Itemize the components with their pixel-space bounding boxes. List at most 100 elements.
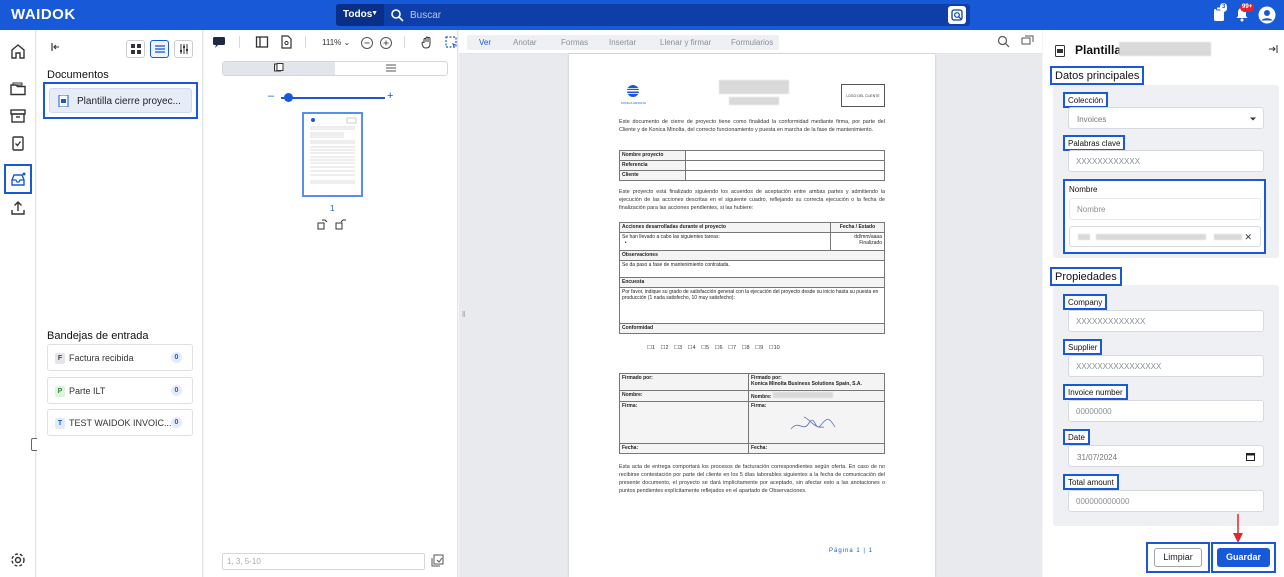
page-icon[interactable] [279,35,293,49]
thumbnail-view-button[interactable] [223,62,335,75]
save-button[interactable]: Guardar [1217,548,1270,567]
document-item[interactable]: Plantilla cierre proyec... [49,88,192,113]
tab-formas[interactable]: Formas [561,38,588,47]
coleccion-select[interactable]: Invoices [1068,107,1264,129]
brand-label: KONICA MINOLTA [621,101,647,105]
palabras-clave-label: Palabras clave [1063,135,1126,151]
tab-ver[interactable]: Ver [479,38,491,47]
clear-button-highlight: Limpiar [1146,542,1210,573]
calendar-icon[interactable] [1246,452,1255,461]
actions-cell: Se han llevado a cabo las siguientes tar… [619,232,831,251]
settings-gear-icon[interactable] [9,551,27,569]
nombre-chip[interactable]: ✕ [1069,226,1261,247]
intro-paragraph: Este documento de cierre de proyecto tie… [619,119,885,133]
page-range-input[interactable] [222,553,425,570]
user-avatar-button[interactable] [1258,6,1276,24]
name-label-right: Nombre: [751,394,772,400]
tasks-button[interactable]: 3 [1212,3,1230,24]
signature-label-left: Firma: [619,401,749,444]
tab-llenar-firmar[interactable]: Llenar y firmar [660,38,711,47]
remove-chip-icon[interactable]: ✕ [1244,232,1252,243]
zoom-out-icon[interactable] [360,36,374,50]
rotate-left-icon[interactable] [317,219,328,230]
nombre-input[interactable] [1069,198,1261,220]
search-scope-dropdown[interactable]: Todos ▼ [336,4,384,26]
supplier-input[interactable] [1068,355,1264,377]
list-icon [386,64,396,72]
extract-pages-icon[interactable] [431,554,444,567]
tab-insertar[interactable]: Insertar [609,38,636,47]
document-item-highlight: Plantilla cierre proyec... [43,82,198,119]
notifications-badge: 99+ [1240,3,1255,12]
grid-view-button[interactable] [126,40,145,58]
pan-hand-icon[interactable] [420,35,434,49]
survey-options[interactable]: ☐1 ☐2 ☐3 ☐4 ☐5 ☐6 ☐7 ☐8 ☐9 ☐10 [647,345,780,351]
home-icon[interactable] [9,42,27,60]
thumb-size-slider[interactable] [281,97,385,99]
search-icon[interactable] [997,35,1010,48]
tab-formularios[interactable]: Formularios [731,38,773,47]
search-input[interactable] [410,7,930,23]
thumb-size-handle[interactable] [284,93,293,102]
collapse-panel-icon[interactable] [50,41,62,53]
inbox-item-test-waidok[interactable]: T TEST WAIDOK INVOIC... 0 [47,409,193,436]
inbox-icon[interactable] [9,171,27,189]
date-input[interactable]: 31/07/2024 [1068,445,1264,467]
selection-tool-icon[interactable] [444,35,458,49]
thumb-size-increase[interactable]: + [387,90,393,102]
filters-button[interactable] [174,40,193,58]
user-avatar-icon [1258,6,1276,24]
toolbar-separator [404,36,405,48]
invoice-number-input[interactable] [1068,400,1264,422]
inbox-item-factura[interactable]: F Factura recibida 0 [47,344,193,371]
palabras-clave-input[interactable] [1068,150,1264,172]
upload-icon[interactable] [9,199,27,217]
tab-anotar[interactable]: Anotar [513,38,537,47]
search-ocr-button[interactable] [948,6,966,24]
page-thumbnail[interactable] [302,112,363,197]
total-amount-input[interactable] [1068,490,1264,512]
observations-header: Observaciones [619,250,885,261]
redacted-header [719,80,789,94]
arrow-down-indicator-icon [1233,514,1243,543]
zoom-level[interactable]: 111% ⌄ [322,38,350,47]
toolbar-separator [239,36,240,48]
sliders-icon [180,44,188,54]
info-label: Nombre proyecto [619,150,686,161]
name-cell-right: Nombre: [748,390,885,402]
clear-button[interactable]: Limpiar [1154,548,1202,567]
info-value[interactable] [685,170,885,181]
thumb-size-decrease[interactable]: – [268,90,274,102]
page-footer: Página 1 | 1 [829,548,873,554]
info-value[interactable] [685,160,885,171]
task-list-icon[interactable] [9,134,27,152]
info-value[interactable] [685,150,885,161]
info-label: Cliente [619,170,686,181]
app-logo[interactable]: WAIDOK [11,6,76,23]
main-data-section-title: Datos principales [1050,66,1145,85]
metadata-panel: Plantilla Datos principales Colección In… [1043,30,1284,577]
archive-icon[interactable] [9,107,27,125]
properties-section-title: Propiedades [1050,267,1122,286]
top-icons: 3 99+ [1208,3,1278,26]
comments-panel-icon[interactable] [1021,35,1034,48]
inbox-item-parte-ilt[interactable]: P Parte ILT 0 [47,377,193,404]
folder-icon[interactable] [9,80,27,98]
toolbar-separator [305,36,306,48]
notifications-button[interactable]: 99+ [1234,3,1255,24]
sidebar-toggle-icon[interactable] [255,35,269,49]
signature-cell-right: Firma: [748,401,885,444]
company-input[interactable] [1068,310,1264,332]
signed-by-right-cell: Firmado por: Konica Minolta Business Solu… [748,373,885,391]
inbox-letter: T [55,418,65,429]
acceptance-paragraph: Este proyecto está finalizado siguiendo … [619,189,885,211]
rotate-right-icon[interactable] [335,219,346,230]
invoice-number-label: Invoice number [1063,384,1128,400]
zoom-in-icon[interactable] [379,36,393,50]
panel-splitter-handle[interactable]: ‖ [462,310,465,319]
collapse-right-panel-icon[interactable] [1268,44,1278,54]
document-file-icon [1055,45,1065,57]
comments-icon[interactable] [212,35,226,49]
list-view-button[interactable] [150,40,169,58]
outline-view-button[interactable] [335,62,447,75]
